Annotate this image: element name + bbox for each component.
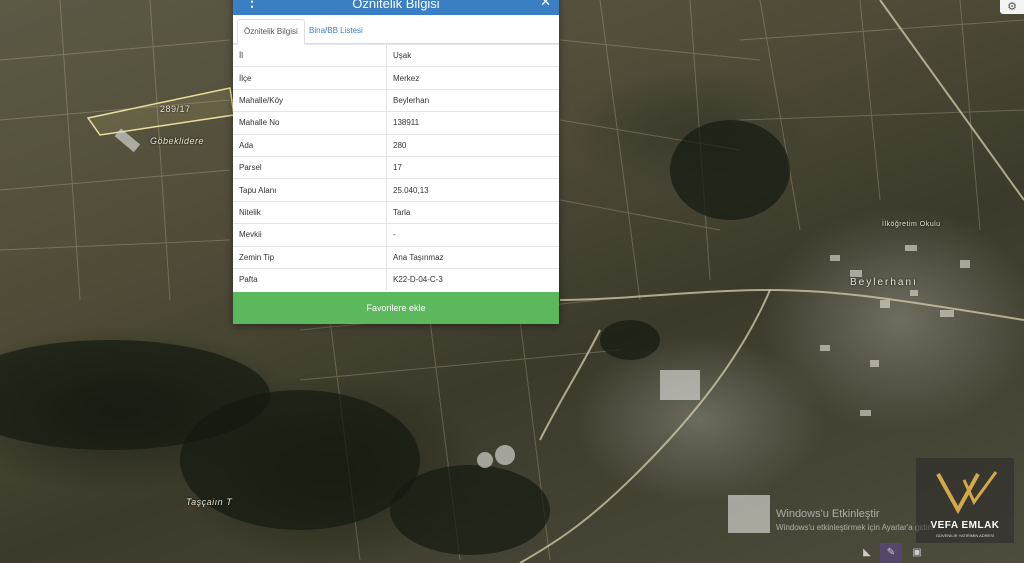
row-value: Merkez xyxy=(386,66,559,90)
logo-mark xyxy=(936,471,998,515)
row-key: Nitelik xyxy=(233,200,387,224)
logo-name: VEFA EMLAK xyxy=(930,520,1000,531)
row-value: Ana Taşınmaz xyxy=(386,245,559,269)
table-row: Pafta K22-D-04-C-3 xyxy=(233,267,559,291)
add-to-favorites-button[interactable]: Favorilere ekle xyxy=(233,292,559,324)
row-value: Tarla xyxy=(386,200,559,224)
table-row: İl Uşak xyxy=(233,43,559,67)
attribute-table: İl Uşak İlçe Merkez Mahalle/Köy Beylerhan M… xyxy=(233,43,559,291)
row-value: K22-D-04-C-3 xyxy=(386,267,559,291)
row-value: - xyxy=(386,223,559,247)
row-key: İl xyxy=(233,43,387,67)
row-key: Ada xyxy=(233,133,387,157)
gear-icon[interactable]: ⚙ xyxy=(1000,0,1024,14)
table-row: Tapu Alanı 25.040,13 xyxy=(233,178,559,202)
row-key: Mahalle No xyxy=(233,111,387,135)
row-value: 138911 xyxy=(386,111,559,135)
row-value: Beylerhan xyxy=(386,88,559,112)
table-row: Zemin Tip Ana Taşınmaz xyxy=(233,245,559,269)
tray-network-icon[interactable]: ◣ xyxy=(856,543,878,563)
table-row: Mevkii - xyxy=(233,223,559,247)
panel-header: ⋮ Öznitelik Bilgisi ✕ xyxy=(233,0,559,15)
place-label-beylerhani: Beylerhanı xyxy=(850,277,918,288)
row-key: Parsel xyxy=(233,155,387,179)
table-row: Ada 280 xyxy=(233,133,559,157)
parcel-label: 289/17 xyxy=(160,104,191,114)
logo-tagline: GÜVENİLİR YATIRIMIN ADRESİ xyxy=(935,533,994,538)
row-key: Tapu Alanı xyxy=(233,178,387,202)
row-key: Mevkii xyxy=(233,223,387,247)
table-row: Mahalle/Köy Beylerhan xyxy=(233,88,559,112)
panel-title: Öznitelik Bilgisi xyxy=(352,0,440,11)
activation-title: Windows'u Etkinleştir xyxy=(776,508,880,520)
place-label-gobeklidere: Göbekliderе xyxy=(150,136,205,146)
tray-app-icon[interactable]: ▣ xyxy=(906,543,928,563)
tab-attribute-info[interactable]: Öznitelik Bilgisi xyxy=(237,19,305,45)
attribute-panel: ⋮ Öznitelik Bilgisi ✕ Öznitelik Bilgisi … xyxy=(233,0,559,324)
row-value: Uşak xyxy=(386,43,559,67)
activation-subtitle: Windows'u etkinleştirmek için Ayarlar'a … xyxy=(776,523,935,532)
row-key: İlçe xyxy=(233,66,387,90)
tray-pen-icon[interactable]: ✎ xyxy=(880,543,902,563)
row-value: 25.040,13 xyxy=(386,178,559,202)
row-value: 280 xyxy=(386,133,559,157)
table-row: Mahalle No 138911 xyxy=(233,111,559,135)
place-label-school: İlköğretim Okulu xyxy=(882,221,941,228)
close-icon[interactable]: ✕ xyxy=(540,0,551,10)
row-key: Mahalle/Köy xyxy=(233,88,387,112)
table-row: İlçe Merkez xyxy=(233,66,559,90)
tab-building-list[interactable]: Bina/BB Listesi xyxy=(303,19,369,43)
place-label-tascain: Taşçaiın T xyxy=(186,497,233,507)
panel-tabs: Öznitelik Bilgisi Bina/BB Listesi xyxy=(233,15,559,45)
table-row: Nitelik Tarla xyxy=(233,200,559,224)
table-row: Parsel 17 xyxy=(233,155,559,179)
row-value: 17 xyxy=(386,155,559,179)
row-key: Pafta xyxy=(233,267,387,291)
row-key: Zemin Tip xyxy=(233,245,387,269)
